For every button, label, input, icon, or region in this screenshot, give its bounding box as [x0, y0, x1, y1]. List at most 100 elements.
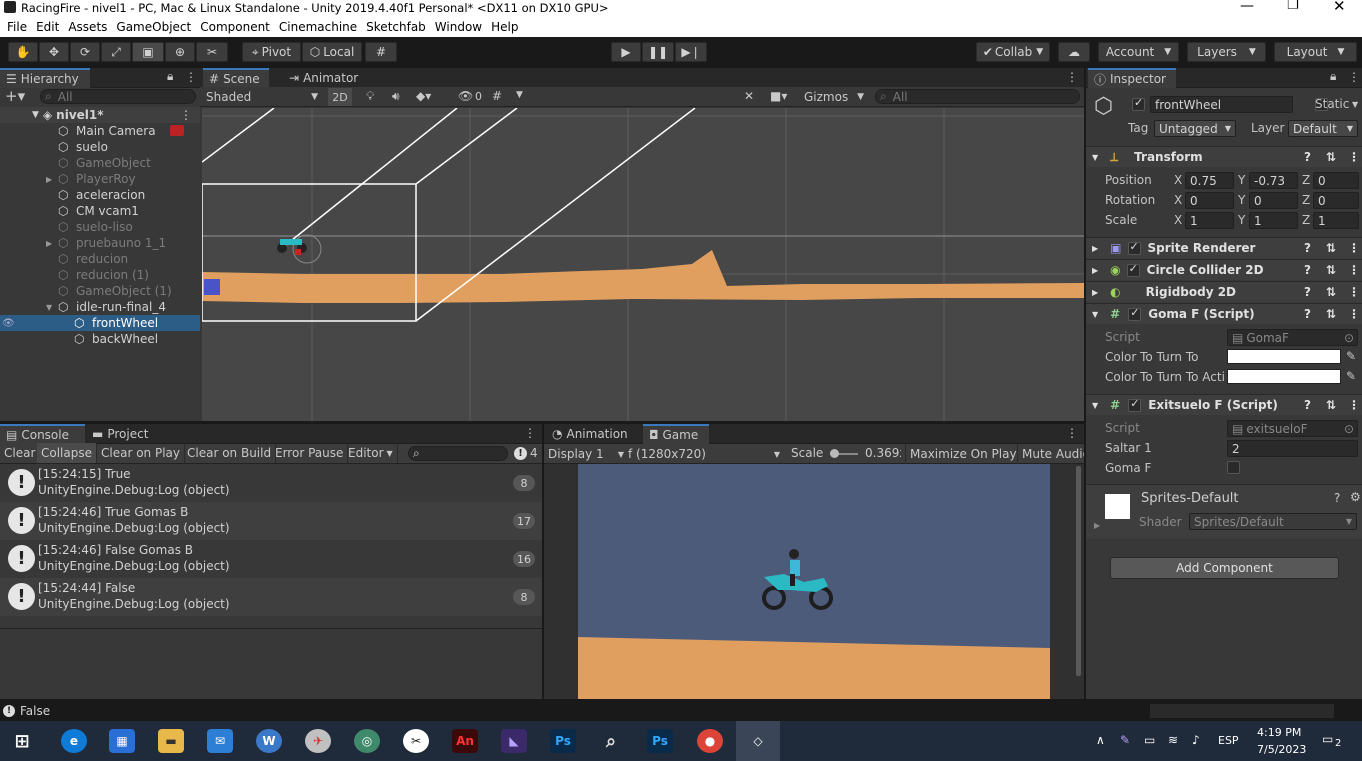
- preset-icon[interactable]: ⇅: [1326, 241, 1336, 255]
- axis-x-label[interactable]: X: [1174, 213, 1182, 227]
- preset-icon[interactable]: ⇅: [1326, 307, 1336, 321]
- log-count-toggle[interactable]: ! 4: [514, 446, 538, 460]
- windows-start-icon[interactable]: ⊞: [9, 729, 35, 753]
- resolution-dropdown[interactable]: f (1280x720) ▼: [628, 445, 780, 463]
- help-icon[interactable]: ?: [1304, 150, 1311, 164]
- rect-tool-icon[interactable]: ▣: [132, 42, 164, 62]
- axis-x-label[interactable]: X: [1174, 193, 1182, 207]
- gizmos-dropdown[interactable]: Gizmos ▼: [800, 88, 868, 106]
- hierarchy-item[interactable]: ▶ ⬡ PlayerRoy: [0, 171, 200, 187]
- clear-on-play-button[interactable]: Clear on Play: [97, 443, 185, 463]
- add-component-button[interactable]: Add Component: [1110, 557, 1339, 579]
- hierarchy-item[interactable]: ⬡ aceleracion: [0, 187, 200, 203]
- layer-dropdown[interactable]: Default ▼: [1288, 120, 1358, 137]
- display-dropdown[interactable]: Display 1 ▼: [548, 445, 624, 463]
- tab-hierarchy[interactable]: ☰ Hierarchy: [0, 68, 90, 88]
- grid-toggle-icon[interactable]: #: [492, 89, 502, 103]
- console-search-input[interactable]: ⌕: [408, 446, 508, 461]
- hierarchy-item[interactable]: 👁︎ ⬡ frontWheel: [0, 315, 200, 331]
- language-indicator[interactable]: ESP: [1218, 734, 1239, 747]
- kebab-menu-icon[interactable]: ⋮: [1348, 150, 1360, 164]
- color-to-turn-to-acti-swatch[interactable]: [1227, 369, 1341, 384]
- tag-dropdown[interactable]: Untagged ▼: [1154, 120, 1236, 137]
- hierarchy-item[interactable]: ⬡ CM vcam1: [0, 203, 200, 219]
- console-log-entry[interactable]: ! [15:24:15] True UnityEngine.Debug:Log (o…: [0, 464, 542, 502]
- error-pause-button[interactable]: Error Pause: [271, 443, 349, 463]
- close-icon[interactable]: ✕: [1333, 0, 1346, 15]
- rotation-x-field[interactable]: 0: [1185, 192, 1234, 209]
- layout-dropdown[interactable]: Layout ▼: [1274, 42, 1357, 62]
- color-to-turn-to-swatch[interactable]: [1227, 349, 1341, 364]
- kebab-menu-icon[interactable]: ⋮: [1348, 70, 1360, 84]
- scale-tool-icon[interactable]: ⤢: [101, 42, 131, 62]
- pen-icon[interactable]: ✎: [1120, 733, 1130, 747]
- scale-x-field[interactable]: 1: [1185, 212, 1234, 229]
- account-dropdown[interactable]: Account ▼: [1098, 42, 1179, 62]
- capcut-icon[interactable]: ✂: [403, 729, 429, 753]
- help-icon[interactable]: ?: [1304, 263, 1311, 277]
- tab-scene[interactable]: # Scene: [203, 68, 269, 88]
- game-viewport[interactable]: [578, 464, 1050, 699]
- rotation-y-field[interactable]: 0: [1249, 192, 1298, 209]
- kebab-menu-icon[interactable]: ⋮: [1348, 398, 1360, 412]
- 2d-toggle[interactable]: 2D: [328, 88, 352, 106]
- position-x-field[interactable]: 0.75: [1185, 172, 1234, 189]
- maximize-on-play-button[interactable]: Maximize On Play: [905, 444, 1021, 464]
- audio-icon[interactable]: 🔊︎: [392, 89, 400, 104]
- goma-script-header[interactable]: ▼ # Goma F (Script) ? ⇅ ⋮: [1086, 303, 1362, 324]
- rotation-z-field[interactable]: 0: [1313, 192, 1359, 209]
- tools-icon[interactable]: ✕: [744, 89, 754, 103]
- kebab-menu-icon[interactable]: ⋮: [180, 108, 192, 122]
- kebab-menu-icon[interactable]: ⋮: [185, 70, 197, 84]
- transform-tool-icon[interactable]: ⊕: [165, 42, 195, 62]
- shader-dropdown[interactable]: Sprites/Default ▼: [1189, 513, 1357, 530]
- chrome-icon[interactable]: ●: [697, 729, 723, 753]
- exitsuelo-script-header[interactable]: ▼ # Exitsuelo F (Script) ? ⇅ ⋮: [1086, 394, 1362, 415]
- hierarchy-item[interactable]: ⬡ suelo: [0, 139, 200, 155]
- sprite-renderer-header[interactable]: ▶ ▣ Sprite Renderer ? ⇅ ⋮: [1086, 237, 1362, 258]
- hierarchy-item[interactable]: ▼ ⬡ idle-run-final_4: [0, 299, 200, 315]
- position-z-field[interactable]: 0: [1313, 172, 1359, 189]
- layers-dropdown[interactable]: Layers ▼: [1187, 42, 1266, 62]
- foldout-closed-icon[interactable]: ▶: [46, 239, 52, 248]
- minimize-icon[interactable]: —: [1240, 0, 1254, 14]
- axis-y-label[interactable]: Y: [1238, 173, 1245, 187]
- object-name-field[interactable]: frontWheel: [1150, 96, 1293, 113]
- rotate-tool-icon[interactable]: ⟳: [70, 42, 100, 62]
- scale-z-field[interactable]: 1: [1313, 212, 1359, 229]
- circle-collider-header[interactable]: ▶ ◉ Circle Collider 2D ? ⇅ ⋮: [1086, 259, 1362, 280]
- console-log-entry[interactable]: ! [15:24:46] True Gomas B UnityEngine.Debu…: [0, 502, 542, 540]
- preset-icon[interactable]: ⇅: [1326, 263, 1336, 277]
- menu-gameobject[interactable]: GameObject: [113, 20, 197, 34]
- eyedropper-icon[interactable]: ✎: [1346, 349, 1356, 363]
- camera-icon[interactable]: ■▾: [770, 89, 787, 103]
- hierarchy-item[interactable]: ▶ ⬡ pruebauno 1_1: [0, 235, 200, 251]
- scene-viewport[interactable]: [202, 108, 1084, 421]
- maximize-icon[interactable]: ❐: [1287, 0, 1299, 13]
- hand-tool-icon[interactable]: ✋: [8, 42, 38, 62]
- help-icon[interactable]: ?: [1304, 307, 1311, 321]
- scene-row[interactable]: ▼ ◈ nivel1* ⋮: [0, 107, 200, 123]
- tab-console[interactable]: ▤ Console: [0, 424, 85, 444]
- preset-icon[interactable]: ⇅: [1326, 398, 1336, 412]
- clock-time[interactable]: 4:19 PM: [1257, 726, 1301, 739]
- menu-component[interactable]: Component: [197, 20, 276, 34]
- effects-icon[interactable]: ◆▾: [416, 89, 431, 103]
- photoshop-icon[interactable]: Ps: [550, 729, 576, 753]
- play-icon[interactable]: ▶: [611, 42, 641, 62]
- menu-assets[interactable]: Assets: [65, 20, 113, 34]
- foldout-closed-icon[interactable]: ▶: [46, 175, 52, 184]
- move-tool-icon[interactable]: ✥: [39, 42, 69, 62]
- preset-icon[interactable]: ⇅: [1326, 150, 1336, 164]
- scene-search-input[interactable]: ⌕ All: [875, 89, 1080, 104]
- clear-button[interactable]: Clear: [0, 443, 41, 463]
- scale-slider-handle[interactable]: [830, 449, 839, 458]
- axis-z-label[interactable]: Z: [1302, 213, 1310, 227]
- help-icon[interactable]: ?: [1304, 285, 1311, 299]
- menu-edit[interactable]: Edit: [33, 20, 65, 34]
- tab-game[interactable]: ◘ Game: [643, 424, 709, 444]
- scale-y-field[interactable]: 1: [1249, 212, 1298, 229]
- hidden-objects-icon[interactable]: 👁︎: [458, 89, 473, 103]
- chevron-down-icon[interactable]: ▼: [516, 90, 523, 100]
- foldout-closed-icon[interactable]: ▶: [1094, 521, 1100, 530]
